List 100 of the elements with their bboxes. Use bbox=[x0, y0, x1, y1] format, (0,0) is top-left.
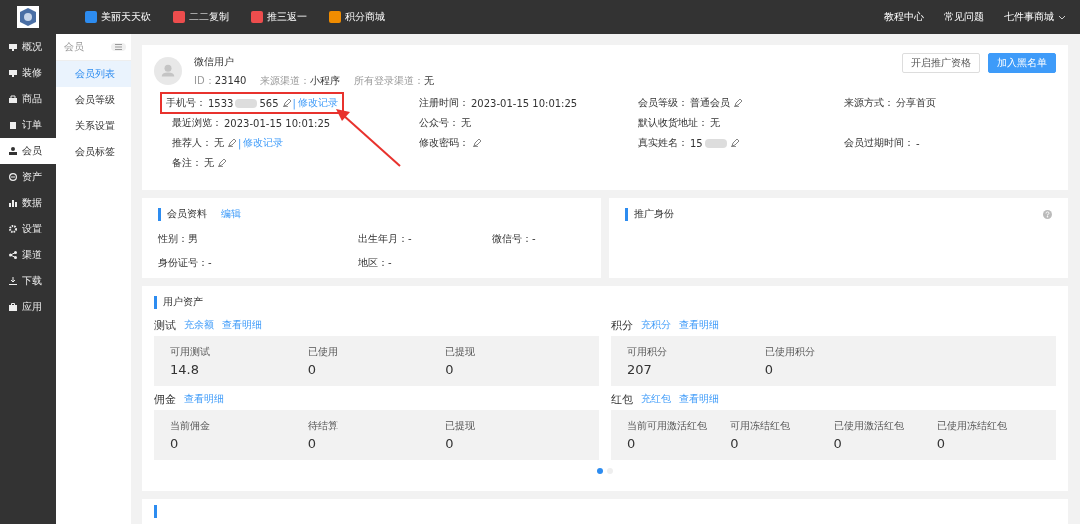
field-label: 会员过期时间： bbox=[844, 136, 914, 150]
stat-value: 0 bbox=[445, 362, 455, 377]
field-value: - bbox=[916, 137, 920, 149]
asset-title: 佣金 bbox=[154, 391, 176, 407]
stat-value: 0 bbox=[936, 436, 947, 451]
app-link[interactable]: 美丽天天砍 bbox=[85, 10, 151, 24]
stat-value: 0 bbox=[445, 436, 455, 451]
bar-chart-icon bbox=[9, 199, 17, 207]
stat-label: 已使用激活红包 bbox=[833, 419, 905, 433]
edit-icon[interactable] bbox=[228, 139, 236, 147]
coin-icon bbox=[9, 173, 17, 181]
field-value: 无 bbox=[461, 116, 471, 130]
stat-value: 0 bbox=[307, 436, 317, 451]
avatar-icon bbox=[154, 57, 182, 85]
info-field: 身份证号：- bbox=[158, 256, 358, 270]
sidebar-item[interactable]: 会员 bbox=[0, 138, 56, 164]
sidebar-item[interactable]: 数据 bbox=[0, 190, 56, 216]
sidebar-label: 概况 bbox=[22, 40, 42, 54]
stat-label: 可用测试 bbox=[170, 345, 211, 359]
subnav-item[interactable]: 会员等级 bbox=[56, 87, 131, 113]
info-field: 微信号：- bbox=[492, 232, 585, 246]
field-label: 真实姓名： bbox=[638, 136, 688, 150]
stat-label: 已提现 bbox=[445, 345, 477, 359]
edit-icon[interactable] bbox=[282, 99, 291, 107]
sidebar-label: 设置 bbox=[22, 222, 42, 236]
field-value: 无 bbox=[214, 136, 224, 150]
field-value: 分享首页 bbox=[896, 96, 936, 110]
edit-icon[interactable] bbox=[218, 159, 226, 167]
field-value: 1533 bbox=[208, 97, 234, 109]
sidebar-item[interactable]: 商品 bbox=[0, 86, 56, 112]
field-value: 15 bbox=[690, 137, 703, 149]
clipboard-icon bbox=[9, 121, 17, 129]
asset-title: 测试 bbox=[154, 317, 176, 333]
app-link[interactable]: 积分商城 bbox=[329, 10, 385, 24]
section-title: 推广身份 bbox=[634, 207, 674, 221]
stat-label: 待结算 bbox=[307, 419, 339, 433]
subnav-title: 会员 bbox=[64, 40, 84, 54]
sidebar-label: 应用 bbox=[22, 300, 42, 314]
sidebar-item[interactable]: 应用 bbox=[0, 294, 56, 320]
app-link[interactable]: 二二复制 bbox=[173, 10, 229, 24]
sidebar-item[interactable]: 订单 bbox=[0, 112, 56, 138]
field-label: 默认收货地址： bbox=[638, 116, 708, 130]
logo-icon[interactable] bbox=[17, 6, 39, 28]
sidebar-item[interactable]: 渠道 bbox=[0, 242, 56, 268]
sidebar-item[interactable]: 设置 bbox=[0, 216, 56, 242]
field-label: 修改密码： bbox=[419, 136, 469, 150]
stat-label: 已提现 bbox=[445, 419, 477, 433]
help-icon[interactable] bbox=[1043, 209, 1052, 219]
nav-link[interactable]: 教程中心 bbox=[884, 10, 924, 24]
stat-value: 0 bbox=[730, 436, 740, 451]
stat-value: 207 bbox=[627, 362, 653, 377]
field-value: 565 bbox=[259, 97, 279, 109]
meta-value: 23140 bbox=[214, 75, 247, 86]
asset-title: 积分 bbox=[611, 317, 633, 333]
subnav-item[interactable]: 会员标签 bbox=[56, 139, 131, 165]
action-button[interactable]: 开启推广资格 bbox=[902, 53, 980, 73]
field-label: 最近浏览： bbox=[172, 116, 222, 130]
meta-value: 无 bbox=[424, 75, 435, 86]
field-label: 会员等级： bbox=[638, 96, 688, 110]
page-dot[interactable] bbox=[597, 468, 603, 474]
nav-link[interactable]: 常见问题 bbox=[944, 10, 984, 24]
sidebar-label: 商品 bbox=[22, 92, 42, 106]
store-menu[interactable]: 七件事商城 bbox=[1004, 10, 1054, 24]
sidebar-label: 数据 bbox=[22, 196, 42, 210]
sidebar-item[interactable]: 下载 bbox=[0, 268, 56, 294]
caret-icon bbox=[1058, 14, 1066, 20]
edit-icon[interactable] bbox=[473, 139, 481, 147]
stat-value: 14.8 bbox=[170, 362, 200, 377]
asset-title: 红包 bbox=[611, 391, 633, 407]
field-label: 注册时间： bbox=[419, 96, 469, 110]
stat-value: 0 bbox=[307, 362, 317, 377]
user-name: 微信用户 bbox=[194, 55, 235, 69]
subnav-item[interactable]: 关系设置 bbox=[56, 113, 131, 139]
field-label: 推荐人： bbox=[172, 136, 212, 150]
info-field: 出生年月：- bbox=[358, 232, 492, 246]
sidebar-item[interactable]: 装修 bbox=[0, 60, 56, 86]
meta-value: 小程序 bbox=[310, 75, 341, 86]
sidebar-item[interactable]: 概况 bbox=[0, 34, 56, 60]
app-link[interactable]: 推三返一 bbox=[251, 10, 307, 24]
field-value: 普通会员 bbox=[690, 96, 730, 110]
stat-label: 当前可用激活红包 bbox=[627, 419, 708, 433]
sidebar-label: 会员 bbox=[22, 144, 42, 158]
collapse-button[interactable] bbox=[111, 43, 126, 51]
sidebar-label: 渠道 bbox=[22, 248, 42, 262]
person-icon bbox=[9, 147, 17, 155]
sidebar-label: 资产 bbox=[22, 170, 42, 184]
stat-label: 当前佣金 bbox=[170, 419, 211, 433]
sidebar-item[interactable]: 资产 bbox=[0, 164, 56, 190]
edit-icon[interactable] bbox=[734, 99, 742, 107]
edit-icon[interactable] bbox=[730, 139, 739, 147]
info-field: 地区：- bbox=[358, 256, 492, 270]
menu-icon bbox=[115, 44, 122, 50]
field-value: 无 bbox=[204, 156, 214, 170]
field-value: 2023-01-15 10:01:25 bbox=[224, 117, 331, 129]
meta-label: 来源渠道： bbox=[260, 75, 311, 86]
section-title: 用户资产 bbox=[163, 295, 203, 309]
stat-value: 0 bbox=[170, 436, 180, 451]
separator: | bbox=[238, 137, 242, 149]
stat-value: 0 bbox=[627, 436, 637, 451]
field-label: 公众号： bbox=[419, 116, 459, 130]
